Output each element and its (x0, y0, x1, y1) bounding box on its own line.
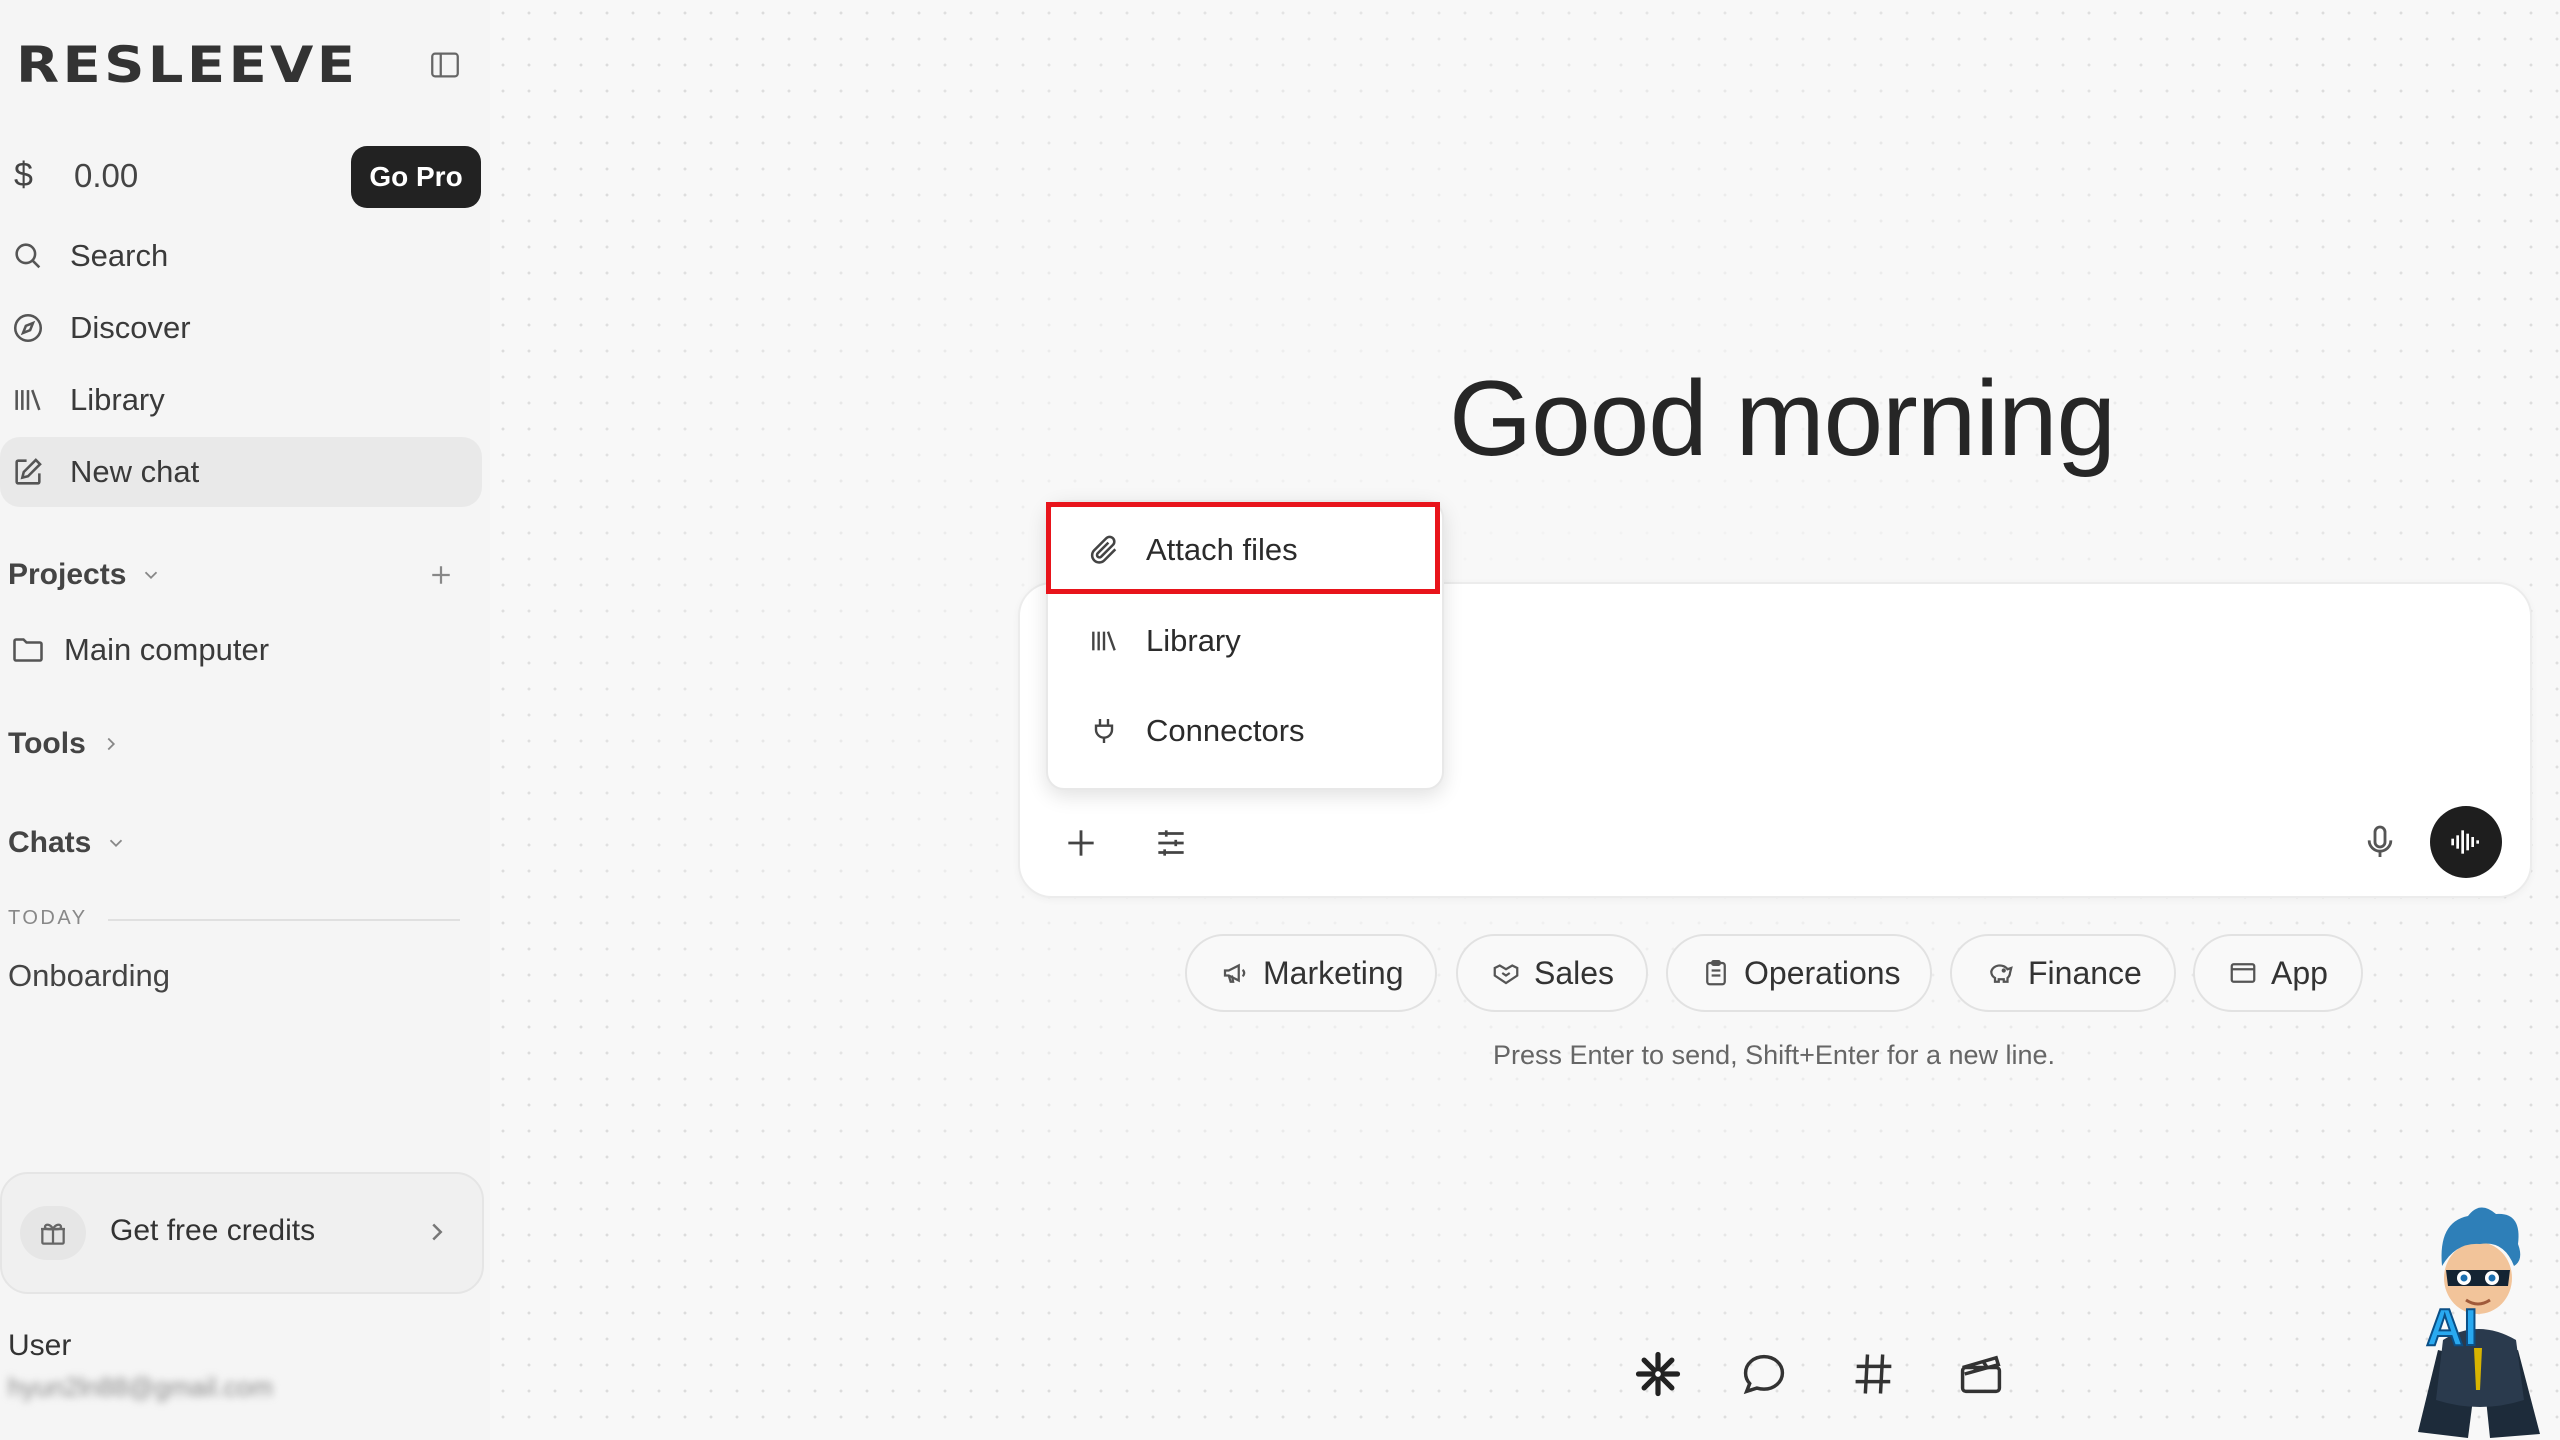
app-logo: RESLEEVE (16, 36, 359, 94)
gift-icon (20, 1206, 86, 1260)
currency-symbol: $ (14, 156, 33, 194)
chevron-right-icon (432, 1223, 443, 1241)
nav-search[interactable]: Search (0, 236, 168, 276)
clapperboard-icon[interactable] (1955, 1348, 2007, 1400)
nav-discover[interactable]: Discover (0, 308, 191, 348)
chat-item[interactable]: Onboarding (8, 958, 170, 994)
search-icon (8, 236, 48, 276)
megaphone-icon (1219, 957, 1251, 989)
chevron-right-icon (107, 737, 115, 751)
plug-icon (1086, 713, 1122, 749)
chip-label: Sales (1534, 954, 1615, 991)
plus-icon[interactable] (1062, 824, 1100, 862)
mascot-badge: AI (2426, 1299, 2478, 1357)
chats-section-header[interactable]: Chats (8, 826, 127, 860)
microphone-icon[interactable] (2360, 822, 2400, 862)
go-pro-button[interactable]: Go Pro (351, 146, 481, 208)
settings-sliders-icon[interactable] (1152, 824, 1190, 862)
chip-label: Operations (1744, 954, 1901, 991)
ai-mascot-image: AI (2418, 1207, 2540, 1438)
user-name[interactable]: User (8, 1329, 71, 1363)
chip-app[interactable]: App (2193, 934, 2363, 1012)
sidebar: RESLEEVE $ 0.00 Go Pro Search Discover L… (0, 0, 490, 1440)
chip-label: Finance (2028, 954, 2142, 991)
hashtag-icon[interactable] (1848, 1348, 1900, 1400)
nav-new-chat-label: New chat (70, 454, 200, 489)
voice-mode-button[interactable] (2430, 806, 2502, 878)
library-icon (8, 380, 48, 420)
chip-marketing[interactable]: Marketing (1185, 934, 1437, 1012)
chat-group-label: TODAY (8, 907, 88, 929)
edit-icon (8, 452, 48, 492)
chat-bubble-icon[interactable] (1738, 1348, 1790, 1400)
tools-section-header[interactable]: Tools (8, 727, 122, 761)
nav-library-label: Library (70, 382, 165, 417)
chip-finance[interactable]: Finance (1950, 934, 2176, 1012)
folder-icon (8, 630, 48, 670)
project-item-label: Main computer (64, 632, 270, 667)
tools-title: Tools (8, 727, 86, 760)
chip-label: App (2271, 954, 2328, 991)
compass-icon (8, 308, 48, 348)
nav-discover-label: Discover (70, 310, 191, 345)
highlight-box (1046, 502, 1440, 594)
chevron-down-icon (145, 571, 158, 580)
clipboard-icon (1700, 957, 1732, 989)
projects-title: Projects (8, 558, 127, 591)
nav-new-chat[interactable]: New chat (0, 437, 482, 507)
get-free-credits-label: Get free credits (110, 1214, 316, 1247)
handshake-icon (1490, 957, 1522, 989)
sparkle-icon[interactable] (1632, 1348, 1684, 1400)
waveform-icon (2451, 830, 2479, 854)
balance-amount: 0.00 (74, 156, 139, 194)
nav-search-label: Search (70, 238, 169, 273)
menu-item-connectors[interactable]: Connectors (1048, 688, 1442, 774)
piggy-bank-icon (1984, 957, 2016, 989)
project-item[interactable]: Main computer (0, 630, 269, 670)
user-email: hyun2ln88@gmail.com (8, 1372, 273, 1402)
add-project-icon[interactable] (426, 560, 456, 590)
greeting-title: Good morning (1449, 358, 2116, 478)
projects-section-header[interactable]: Projects (8, 558, 162, 592)
get-free-credits-card[interactable]: Get free credits (0, 1172, 484, 1294)
chip-label: Marketing (1263, 954, 1404, 991)
chats-title: Chats (8, 826, 92, 859)
menu-item-label: Connectors (1146, 713, 1305, 748)
menu-item-label: Library (1146, 623, 1241, 658)
app-window-icon (2227, 957, 2259, 989)
menu-item-library[interactable]: Library (1048, 598, 1442, 684)
nav-library[interactable]: Library (0, 380, 165, 420)
library-icon (1086, 623, 1122, 659)
chip-sales[interactable]: Sales (1456, 934, 1648, 1012)
balance-row: $ 0.00 (0, 156, 138, 195)
chevron-down-icon (110, 839, 123, 848)
divider (108, 919, 460, 921)
chip-operations[interactable]: Operations (1666, 934, 1932, 1012)
keyboard-hint: Press Enter to send, Shift+Enter for a n… (1493, 1040, 2056, 1070)
sidebar-toggle-icon[interactable] (428, 48, 462, 82)
